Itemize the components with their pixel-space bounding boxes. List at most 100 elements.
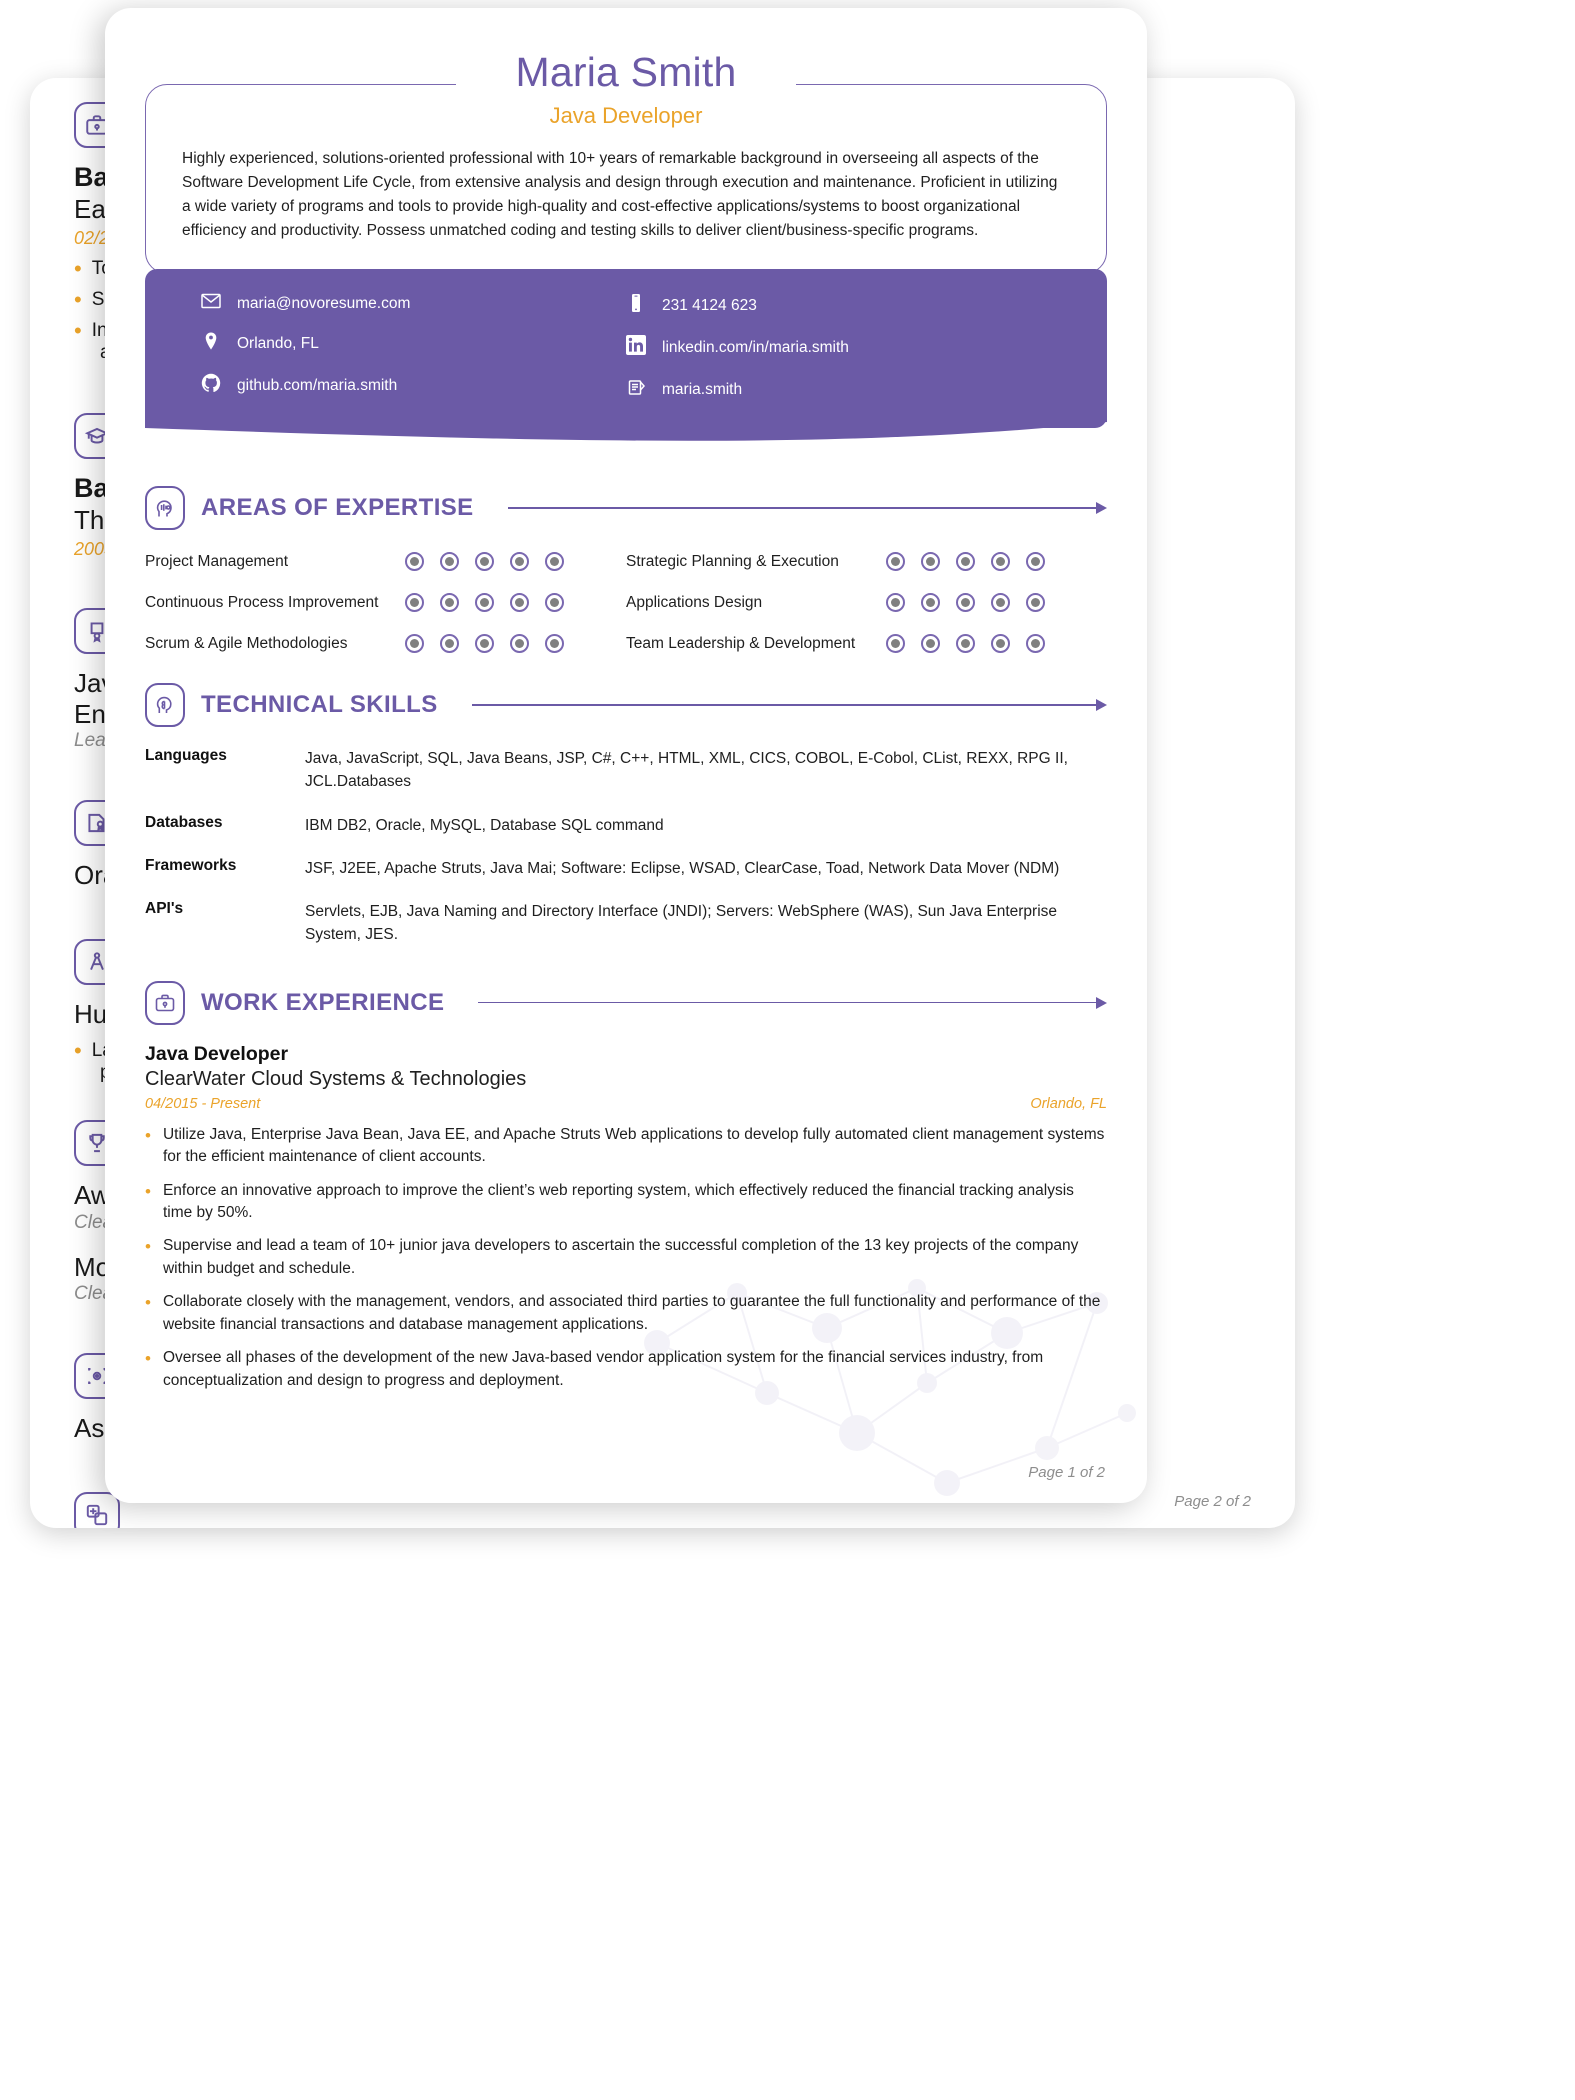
section-title: WORK EXPERIENCE [201, 988, 445, 1016]
section-rule [471, 699, 1107, 712]
skills-table: Languages Java, JavaScript, SQL, Java Be… [145, 747, 1107, 947]
table-row: API's Servlets, EJB, Java Naming and Dir… [145, 900, 1107, 947]
contact-column-left: maria@novoresume.com Orlando, FL github.… [201, 293, 626, 402]
expertise-label: Applications Design [626, 593, 763, 611]
job-entry: Java Developer ClearWater Cloud Systems … [145, 1043, 1107, 1393]
contact-github[interactable]: github.com/maria.smith [201, 373, 626, 398]
bullet-text: Collaborate closely with the management,… [162, 1293, 1101, 1333]
job-meta: 04/2015 - Present Orlando, FL [145, 1096, 1107, 1112]
rating-dot [886, 552, 905, 572]
bullet-dot: • [145, 1293, 151, 1313]
brain-head-icon [145, 683, 185, 728]
list-item: • Enforce an innovative approach to impro… [145, 1180, 1107, 1225]
briefcase-icon [145, 980, 185, 1025]
contact-bar: maria@novoresume.com Orlando, FL github.… [145, 269, 1107, 429]
job-bullets: • Utilize Java, Enterprise Java Bean, Jav… [145, 1124, 1107, 1393]
rating-dot [475, 593, 494, 613]
expertise-label: Scrum & Agile Methodologies [145, 634, 348, 652]
rating-dot [991, 593, 1010, 613]
section-areas-of-expertise: AREAS OF EXPERTISE Project Management Co… [145, 486, 1107, 654]
bullet-dot: • [145, 1125, 151, 1145]
rating-dot [545, 593, 564, 613]
expertise-label: Strategic Planning & Execution [626, 552, 839, 570]
skill-category: API's [145, 900, 184, 918]
contact-column-right: 231 4124 623 linkedin.com/in/maria.smith… [626, 293, 1051, 402]
translate-icon [74, 1492, 120, 1528]
expertise-label: Project Management [145, 552, 289, 570]
rating-dots [405, 593, 564, 613]
job-company: ClearWater Cloud Systems & Technologies [145, 1067, 527, 1090]
job-location: Orlando, FL [1030, 1095, 1107, 1112]
page-footer-front: Page 1 of 2 [1028, 1464, 1105, 1481]
list-item: Project Management [145, 552, 626, 572]
rating-dot [991, 634, 1010, 654]
rating-dot [475, 634, 494, 654]
contact-github-text: github.com/maria.smith [237, 376, 398, 394]
list-item: Scrum & Agile Methodologies [145, 634, 626, 654]
contact-skype-text: maria.smith [662, 380, 743, 398]
resume-page-1[interactable]: Maria Smith Java Developer Highly experi… [105, 8, 1147, 1503]
list-item: Team Leadership & Development [626, 634, 1107, 654]
contact-location[interactable]: Orlando, FL [201, 331, 626, 356]
page-title: Maria Smith [515, 49, 737, 95]
profile-summary: Highly experienced, solutions-oriented p… [182, 150, 1058, 240]
rating-dots [886, 593, 1045, 613]
contact-phone[interactable]: 231 4124 623 [626, 293, 1051, 318]
contact-linkedin[interactable]: linkedin.com/in/maria.smith [626, 335, 1051, 360]
skill-values: Servlets, EJB, Java Naming and Directory… [305, 903, 1058, 944]
screenshot-canvas: Back Easy 02/201 •Took •Spea •Inno and B… [0, 0, 1575, 2100]
bullet-text: Utilize Java, Enterprise Java Bean, Java… [162, 1125, 1105, 1166]
email-icon [201, 293, 221, 314]
rating-dot [921, 552, 940, 572]
rating-dots [405, 634, 564, 654]
rating-dot [956, 634, 975, 654]
linkedin-icon [626, 335, 646, 360]
rating-dot [956, 593, 975, 613]
contact-email-text: maria@novoresume.com [237, 294, 411, 312]
bullet-dot: • [74, 1037, 82, 1063]
bullet-dot: • [145, 1237, 151, 1257]
list-item: • Oversee all phases of the development o… [145, 1347, 1107, 1392]
bullet-dot: • [74, 318, 82, 344]
bullet-dot: • [74, 256, 82, 282]
bullet-text: Supervise and lead a team of 10+ junior … [162, 1237, 1079, 1277]
bullet-text: Oversee all phases of the development of… [162, 1349, 1044, 1389]
job-title: Java Developer [145, 1042, 289, 1065]
rating-dot [440, 552, 459, 572]
rating-dot [545, 552, 564, 572]
list-item: Continuous Process Improvement [145, 593, 626, 613]
section-title: TECHNICAL SKILLS [201, 691, 438, 719]
rating-dot [886, 593, 905, 613]
bullet-dot: • [145, 1181, 151, 1201]
skill-values: IBM DB2, Oracle, MySQL, Database SQL com… [305, 816, 664, 834]
rating-dots [886, 634, 1045, 654]
section-header: AREAS OF EXPERTISE [145, 486, 1107, 531]
skill-category: Languages [145, 747, 227, 765]
expertise-label: Continuous Process Improvement [145, 593, 379, 611]
bullet-text: Enforce an innovative approach to improv… [162, 1181, 1074, 1221]
job-title-subtitle: Java Developer [549, 103, 703, 128]
list-item: Applications Design [626, 593, 1107, 613]
rating-dot [545, 634, 564, 654]
skill-category: Databases [145, 813, 223, 831]
section-title: AREAS OF EXPERTISE [201, 494, 474, 522]
section-work-experience: WORK EXPERIENCE Java Developer ClearWate… [145, 980, 1107, 1393]
list-item: • Supervise and lead a team of 10+ junior… [145, 1235, 1107, 1280]
job-dates: 04/2015 - Present [145, 1095, 261, 1112]
rating-dot [886, 634, 905, 654]
table-row: Databases IBM DB2, Oracle, MySQL, Databa… [145, 814, 1107, 837]
bullet-dot: • [74, 287, 82, 313]
expertise-column-left: Project Management Continuous Process Im… [145, 552, 626, 654]
rating-dot [956, 552, 975, 572]
contact-email[interactable]: maria@novoresume.com [201, 293, 626, 314]
rating-dots [405, 552, 564, 572]
expertise-column-right: Strategic Planning & Execution Applicati… [626, 552, 1107, 654]
rating-dot [405, 593, 424, 613]
head-gear-icon [145, 486, 185, 531]
rating-dot [440, 634, 459, 654]
bullet-dot: • [145, 1349, 151, 1369]
contact-skype[interactable]: maria.smith [626, 377, 1051, 402]
rating-dot [1026, 634, 1045, 654]
section-header: TECHNICAL SKILLS [145, 683, 1107, 728]
skill-values: Java, JavaScript, SQL, Java Beans, JSP, … [305, 750, 1068, 791]
